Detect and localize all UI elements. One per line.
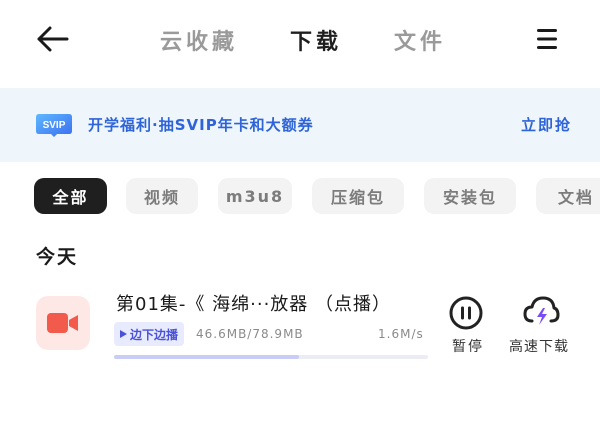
- download-item[interactable]: 第01集-《 海绵···放器 （点播） 边下边播 46.6MB/78.9MB 1…: [0, 282, 600, 366]
- chip-document[interactable]: 文档: [536, 178, 600, 214]
- svip-badge-label: SVIP: [43, 120, 66, 131]
- download-speed: 1.6M/s: [378, 327, 424, 341]
- high-speed-download-label: 高速下载: [509, 339, 569, 355]
- high-speed-download-button[interactable]: 高速下载: [506, 294, 578, 366]
- top-bar: 云收藏 下载 文件: [0, 0, 600, 80]
- download-progress-fill: [114, 355, 300, 359]
- download-progress-bar: [114, 355, 428, 359]
- file-thumbnail: [36, 296, 90, 350]
- menu-button[interactable]: [532, 22, 562, 56]
- chip-installer[interactable]: 安装包: [424, 178, 516, 214]
- tab-download[interactable]: 下载: [290, 24, 342, 56]
- svip-badge-icon: SVIP: [36, 114, 72, 137]
- play-icon: [120, 330, 127, 338]
- tab-files[interactable]: 文件: [394, 24, 446, 56]
- file-title: 第01集-《 海绵···放器 （点播）: [116, 294, 392, 315]
- tab-cloud-favorites[interactable]: 云收藏: [160, 24, 238, 56]
- play-while-download-button[interactable]: 边下边播: [114, 322, 185, 346]
- video-camera-icon: [47, 313, 78, 333]
- hamburger-menu-icon: [537, 29, 557, 49]
- cloud-lightning-icon: [523, 296, 560, 325]
- pause-button[interactable]: 暂停: [444, 296, 492, 366]
- play-tag-label: 边下边播: [130, 327, 179, 342]
- file-size: 46.6MB/78.9MB: [196, 327, 304, 341]
- chip-m3u8[interactable]: m3u8: [218, 178, 292, 214]
- section-title-today: 今天: [36, 246, 79, 268]
- arrow-left-icon: [37, 26, 69, 52]
- promo-banner[interactable]: SVIP 开学福利·抽SVIP年卡和大额券 立即抢: [0, 88, 600, 162]
- pause-icon: [449, 296, 483, 330]
- tab-bar: 云收藏 下载 文件: [150, 22, 450, 56]
- pause-label: 暂停: [452, 339, 484, 355]
- chip-all[interactable]: 全部: [34, 178, 107, 214]
- chip-video[interactable]: 视频: [126, 178, 198, 214]
- back-button[interactable]: [34, 22, 72, 56]
- chip-archive[interactable]: 压缩包: [312, 178, 404, 214]
- banner-text: 开学福利·抽SVIP年卡和大额券: [88, 116, 314, 134]
- filter-chips: 全部 视频 m3u8 压缩包 安装包 文档: [34, 178, 600, 214]
- grab-now-link[interactable]: 立即抢: [521, 114, 572, 135]
